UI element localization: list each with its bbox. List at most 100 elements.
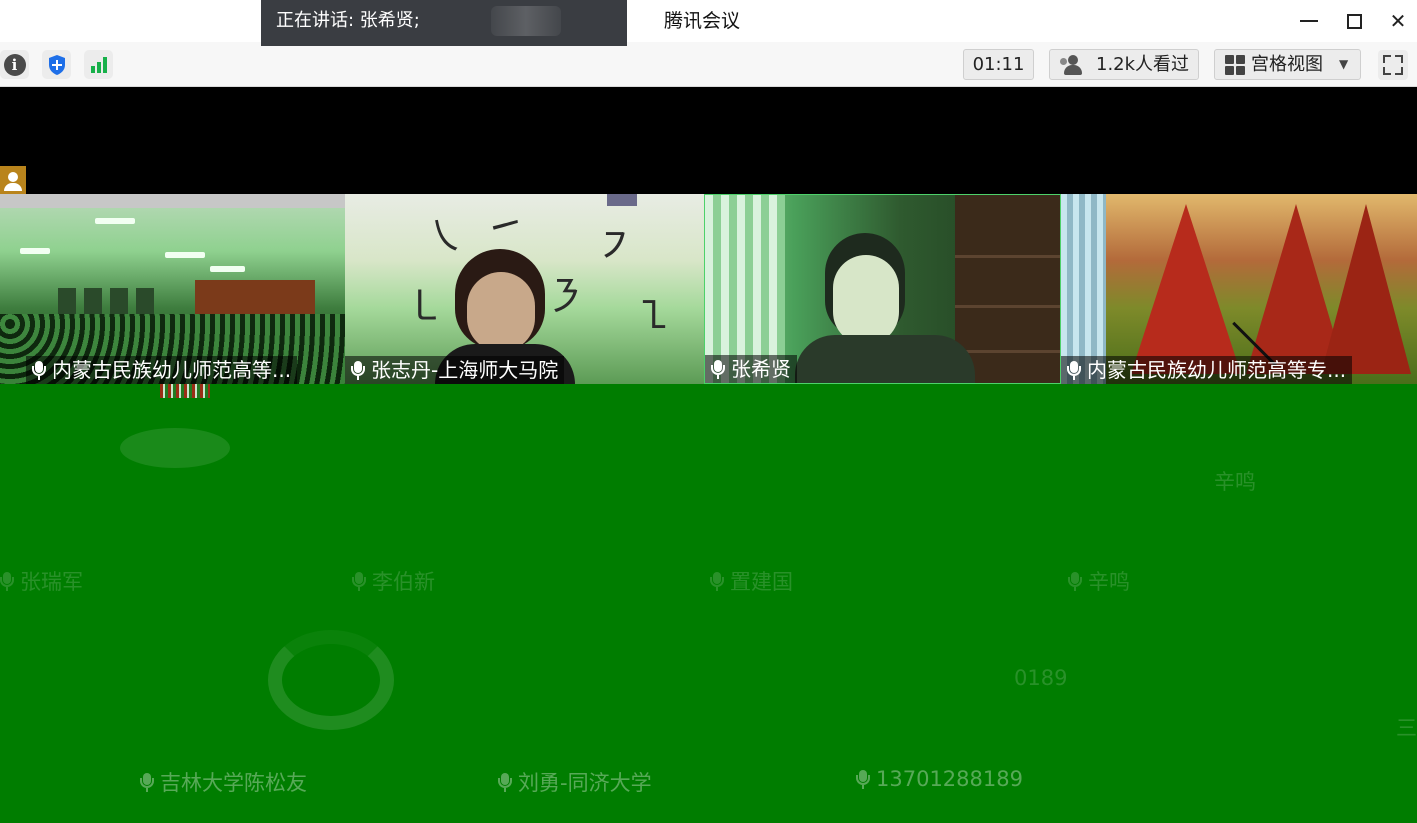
overlay-badge [607, 194, 637, 206]
microphone-icon [1067, 360, 1081, 380]
flag [1321, 204, 1411, 374]
calligraphy: ㇋ [545, 274, 585, 320]
participant-cell[interactable]: 刘勇-同济大学 [498, 767, 652, 797]
wall-panel [110, 288, 128, 314]
security-button[interactable] [42, 50, 71, 79]
participant-avatar-icon[interactable] [0, 166, 26, 194]
fullscreen-icon [1383, 55, 1391, 63]
viewers-button[interactable]: 1.2k人看过 [1049, 49, 1199, 80]
minimize-icon [1300, 20, 1318, 22]
microphone-icon [140, 772, 154, 792]
speaker-blur [491, 6, 561, 36]
video-tile-3[interactable]: 张希贤 [704, 194, 1061, 384]
participant-cell[interactable]: 辛鸣 [1068, 566, 1130, 596]
maximize-icon [1346, 13, 1362, 29]
close-icon: ✕ [1389, 9, 1407, 33]
participant-cell[interactable]: 置建国 [710, 566, 793, 596]
participant-name: 张志丹-上海师大马院 [371, 358, 559, 382]
tile-label: 内蒙古民族幼儿师范高等专... [1061, 356, 1353, 384]
wall-panel [136, 288, 154, 314]
logo-ghost [120, 428, 230, 468]
minimize-button[interactable] [1287, 0, 1331, 42]
participant-name: 内蒙古民族幼儿师范高等专... [1087, 358, 1347, 382]
person-face [833, 255, 899, 345]
video-top-band [0, 87, 1417, 194]
microphone-icon [32, 360, 46, 380]
render-artifact [160, 384, 210, 398]
viewers-text: 1.2k人看过 [1096, 54, 1190, 75]
ceiling-light [210, 266, 245, 272]
participant-cell[interactable]: 张瑞军 [0, 566, 83, 596]
microphone-icon [0, 571, 14, 591]
meeting-timer: 01:11 [963, 49, 1034, 80]
view-mode-dropdown[interactable]: 宫格视图 ▼ [1214, 49, 1361, 80]
network-button[interactable] [84, 50, 113, 79]
title-bar: 腾讯会议 ✕ [0, 0, 1417, 42]
microphone-icon [352, 571, 366, 591]
participant-name: 13701288189 [876, 767, 1023, 791]
video-tile-4[interactable]: 内蒙古民族幼儿师范高等专... [1061, 194, 1417, 384]
timer-text: 01:11 [972, 54, 1025, 75]
fullscreen-button[interactable] [1378, 50, 1408, 80]
microphone-icon [351, 360, 365, 380]
shelf [955, 305, 1060, 308]
signal-icon [90, 56, 107, 73]
participant-cell[interactable]: 吉林大学陈松友 [140, 767, 307, 797]
participant-name-ghost: 辛鸣 [1214, 470, 1256, 494]
ceiling-light [20, 248, 50, 254]
microphone-icon [856, 769, 870, 789]
calligraphy: ㇅ [635, 294, 675, 340]
participant-name: 张希贤 [731, 357, 791, 381]
participant-name: 张瑞军 [20, 570, 83, 594]
speaking-text: 正在讲话: 张希贤; [276, 10, 420, 31]
participant-name: 辛鸣 [1088, 570, 1130, 594]
school-logo-ghost [268, 630, 394, 730]
participant-name: 置建国 [730, 570, 793, 594]
toolbar: i 01:11 1.2k人看过 宫格视图 ▼ [0, 42, 1417, 87]
video-tile-2[interactable]: ㇏ ㇀ ㇇ ㇄ ㇋ ㇅ 张志丹-上海师大马院 [345, 194, 704, 384]
info-icon: i [3, 53, 26, 76]
ceiling-light [165, 252, 205, 258]
bookcase [955, 195, 1060, 383]
shelf [955, 255, 1060, 258]
close-button[interactable]: ✕ [1376, 0, 1417, 42]
meeting-info-button[interactable]: i [0, 50, 29, 79]
chevron-down-icon: ▼ [1339, 57, 1349, 71]
microphone-icon [1068, 571, 1082, 591]
ceiling [0, 194, 345, 208]
participant-name: 内蒙古民族幼儿师范高等... [52, 358, 292, 382]
tile-label: 张志丹-上海师大马院 [345, 356, 565, 384]
calligraphy: ㇏ [425, 214, 465, 260]
person-face [467, 272, 535, 352]
wall-panel [84, 288, 102, 314]
maximize-button[interactable] [1332, 0, 1376, 42]
stage-banner [195, 280, 315, 314]
tile-label: 张希贤 [705, 355, 797, 383]
participant-name: 刘勇-同济大学 [518, 771, 652, 795]
microphone-icon [498, 772, 512, 792]
participant-cell[interactable]: 李伯新 [352, 566, 435, 596]
people-icon [1060, 54, 1086, 75]
participant-number-ghost: 0189 [1014, 666, 1068, 690]
shelf [955, 350, 1060, 353]
calligraphy: ㇇ [595, 224, 635, 270]
tile-label: 内蒙古民族幼儿师范高等... [26, 356, 298, 384]
speaking-indicator: 正在讲话: 张希贤; [261, 0, 627, 46]
microphone-icon [711, 359, 725, 379]
participant-name: 李伯新 [372, 570, 435, 594]
wall-panel [58, 288, 76, 314]
flag [1131, 204, 1241, 374]
participant-char-ghost: 三 [1396, 716, 1417, 740]
microphone-icon [710, 571, 724, 591]
participant-name: 吉林大学陈松友 [160, 771, 307, 795]
participant-cell[interactable]: 13701288189 [856, 767, 1023, 791]
grid-view-icon [1225, 54, 1245, 75]
view-mode-label: 宫格视图 [1251, 54, 1323, 75]
calligraphy: ㇄ [405, 284, 445, 330]
ceiling-light [95, 218, 135, 224]
shield-icon [48, 54, 65, 75]
calligraphy: ㇀ [485, 204, 525, 250]
video-tile-1[interactable]: 内蒙古民族幼儿师范高等... [0, 194, 345, 384]
app-title: 腾讯会议 [664, 10, 741, 32]
person-body [795, 335, 975, 383]
